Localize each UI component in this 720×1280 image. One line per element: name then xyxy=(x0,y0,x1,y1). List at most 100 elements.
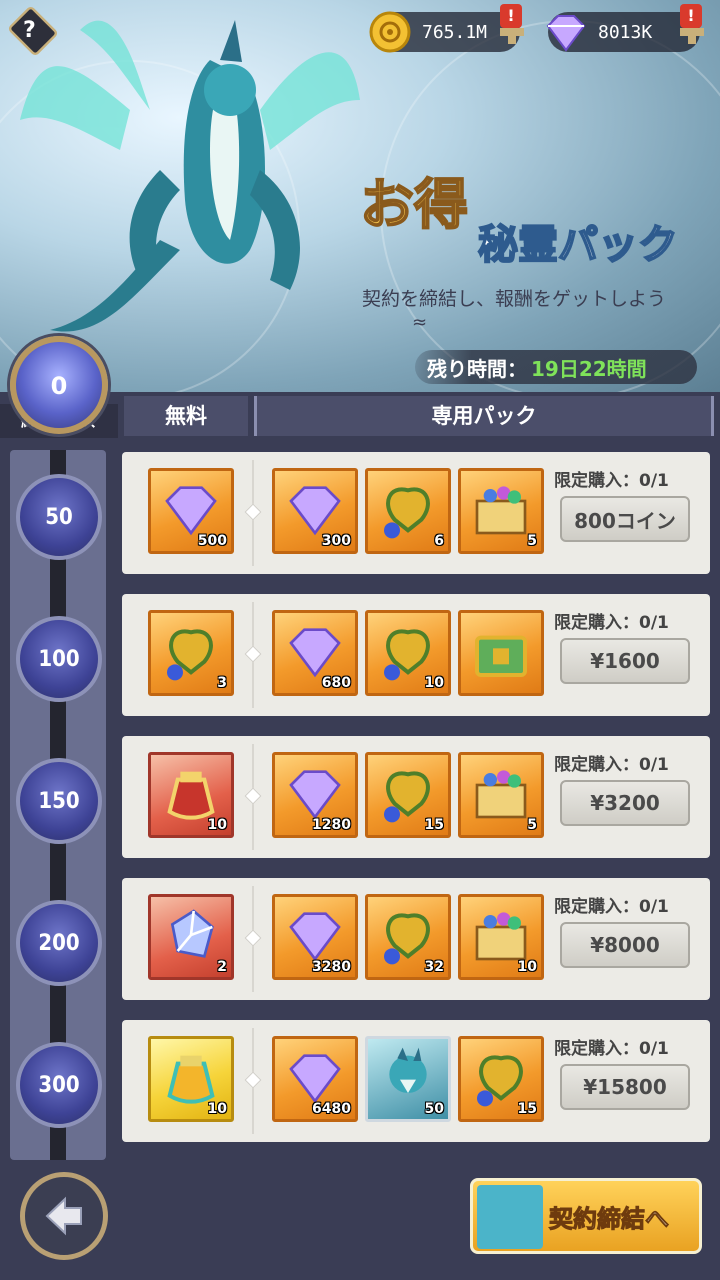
item-quantity: 1280 xyxy=(312,817,351,833)
buy-button[interactable]: ¥8000 xyxy=(560,922,690,968)
tab-exclusive-pack[interactable]: 専用パック xyxy=(254,396,714,436)
gem-icon xyxy=(289,628,341,678)
tier-marker: 300 xyxy=(16,1042,102,1128)
item-quantity: 680 xyxy=(321,675,351,691)
chest-icon xyxy=(475,770,527,819)
buy-button[interactable]: ¥15800 xyxy=(560,1064,690,1110)
pack-item-chest[interactable]: 10 xyxy=(458,894,544,980)
wings-timer-icon xyxy=(384,487,430,539)
gold-bag-icon xyxy=(167,1055,215,1104)
gem-alert-icon: ! xyxy=(680,4,702,28)
time-remaining: 残り時間： 19日22時間 xyxy=(415,350,697,384)
pack-item-chest[interactable]: 5 xyxy=(458,752,544,838)
item-quantity: 2 xyxy=(217,959,227,975)
crystal-icon xyxy=(170,909,214,958)
pack-item-gem[interactable]: 3280 xyxy=(272,894,358,980)
banner-title-main: お得 xyxy=(359,171,469,237)
purchase-limit: 限定購入：0/1 xyxy=(554,1039,669,1059)
back-button[interactable] xyxy=(20,1172,108,1260)
reward-row: 2 3280 32 10 限定購入：0/1 ¥8000 xyxy=(122,878,710,1000)
free-reward-wings-timer[interactable]: 3 xyxy=(148,610,234,696)
item-quantity: 10 xyxy=(424,675,444,691)
item-quantity: 15 xyxy=(517,1101,537,1117)
item-quantity: 3 xyxy=(217,675,227,691)
pack-item-wings-timer[interactable]: 6 xyxy=(365,468,451,554)
pack-item-wings-timer[interactable]: 32 xyxy=(365,894,451,980)
wings-timer-icon xyxy=(384,771,430,823)
gem-icon xyxy=(289,486,341,536)
back-arrow-icon xyxy=(45,1196,82,1236)
banner-subtitle: 契約を締結し、報酬をゲットしよう xyxy=(362,288,667,310)
free-reward-crystal[interactable]: 2 xyxy=(148,894,234,980)
item-quantity: 10 xyxy=(517,959,537,975)
item-quantity: 15 xyxy=(424,817,444,833)
item-quantity: 50 xyxy=(424,1101,444,1117)
gem-icon xyxy=(289,1054,341,1104)
item-quantity: 3280 xyxy=(312,959,351,975)
buy-button[interactable]: 800コイン xyxy=(560,496,690,542)
green-chest-icon xyxy=(475,635,527,677)
promo-banner: ? 765.1M ! 8013K ! お得 秘霊パック 契約を締結し、報酬をゲッ… xyxy=(0,0,720,392)
coin-value: 765.1M xyxy=(422,21,488,43)
purchase-limit: 限定購入：0/1 xyxy=(554,897,669,917)
pack-item-gem[interactable]: 1280 xyxy=(272,752,358,838)
wings-timer-icon xyxy=(167,629,213,681)
cta-label: 契約締結へ xyxy=(549,1205,670,1234)
pack-item-gem[interactable]: 680 xyxy=(272,610,358,696)
item-quantity: 5 xyxy=(527,817,537,833)
red-bag-icon xyxy=(167,771,215,820)
item-quantity: 10 xyxy=(207,817,227,833)
chest-icon xyxy=(475,912,527,961)
purchase-limit: 限定購入：0/1 xyxy=(554,471,669,491)
contract-count-value: 0 xyxy=(50,372,68,400)
coin-icon xyxy=(369,11,411,53)
item-quantity: 5 xyxy=(527,533,537,549)
item-quantity: 10 xyxy=(207,1101,227,1117)
chest-icon xyxy=(475,486,527,535)
timer-value: 19日22時間 xyxy=(531,356,647,381)
pack-item-gem[interactable]: 6480 xyxy=(272,1036,358,1122)
tier-marker: 100 xyxy=(16,616,102,702)
pack-item-wings-timer[interactable]: 15 xyxy=(458,1036,544,1122)
item-quantity: 6480 xyxy=(312,1101,351,1117)
dragon-illustration xyxy=(20,20,360,332)
help-icon: ? xyxy=(23,18,36,43)
tier-marker: 50 xyxy=(16,474,102,560)
item-quantity: 500 xyxy=(197,533,227,549)
dragon-portrait-icon xyxy=(477,1185,543,1249)
purchase-limit: 限定購入：0/1 xyxy=(554,613,669,633)
pack-item-wings-timer[interactable]: 15 xyxy=(365,752,451,838)
pack-item-chest[interactable]: 5 xyxy=(458,468,544,554)
free-reward-gem[interactable]: 500 xyxy=(148,468,234,554)
reward-row: 10 1280 15 5 限定購入：0/1 ¥3200 xyxy=(122,736,710,858)
timer-label: 残り時間： xyxy=(427,356,527,381)
wings-timer-icon xyxy=(477,1055,523,1107)
free-reward-gold-bag[interactable]: 10 xyxy=(148,1036,234,1122)
go-to-contract-button[interactable]: 契約締結へ xyxy=(470,1178,702,1254)
pack-item-gem[interactable]: 300 xyxy=(272,468,358,554)
gem-value: 8013K xyxy=(598,21,653,43)
pack-item-wings-timer[interactable]: 10 xyxy=(365,610,451,696)
free-reward-red-bag[interactable]: 10 xyxy=(148,752,234,838)
wings-timer-icon xyxy=(384,629,430,681)
chevron-icon xyxy=(244,1071,262,1089)
purchase-limit: 限定購入：0/1 xyxy=(554,755,669,775)
wave-icon: ≈ xyxy=(412,312,428,333)
tab-free[interactable]: 無料 xyxy=(124,396,248,436)
reward-row: 3 680 10 限定購入：0/1 ¥1600 xyxy=(122,594,710,716)
banner-title-sub: 秘霊パック xyxy=(477,220,679,269)
chevron-icon xyxy=(244,787,262,805)
coin-alert-icon: ! xyxy=(500,4,522,28)
wings-timer-icon xyxy=(384,913,430,965)
item-quantity: 32 xyxy=(424,959,444,975)
buy-button[interactable]: ¥3200 xyxy=(560,780,690,826)
reward-row: 500 300 6 5 限定購入：0/1 800コイン xyxy=(122,452,710,574)
buy-button[interactable]: ¥1600 xyxy=(560,638,690,684)
pack-item-green-chest[interactable] xyxy=(458,610,544,696)
gem-counter: 8013K ! xyxy=(546,4,704,52)
pack-item-dragon-portrait[interactable]: 50 xyxy=(365,1036,451,1122)
reward-row: 10 6480 50 15 限定購入：0/1 ¥15800 xyxy=(122,1020,710,1142)
item-quantity: 300 xyxy=(321,533,351,549)
chevron-icon xyxy=(244,929,262,947)
item-quantity: 6 xyxy=(434,533,444,549)
